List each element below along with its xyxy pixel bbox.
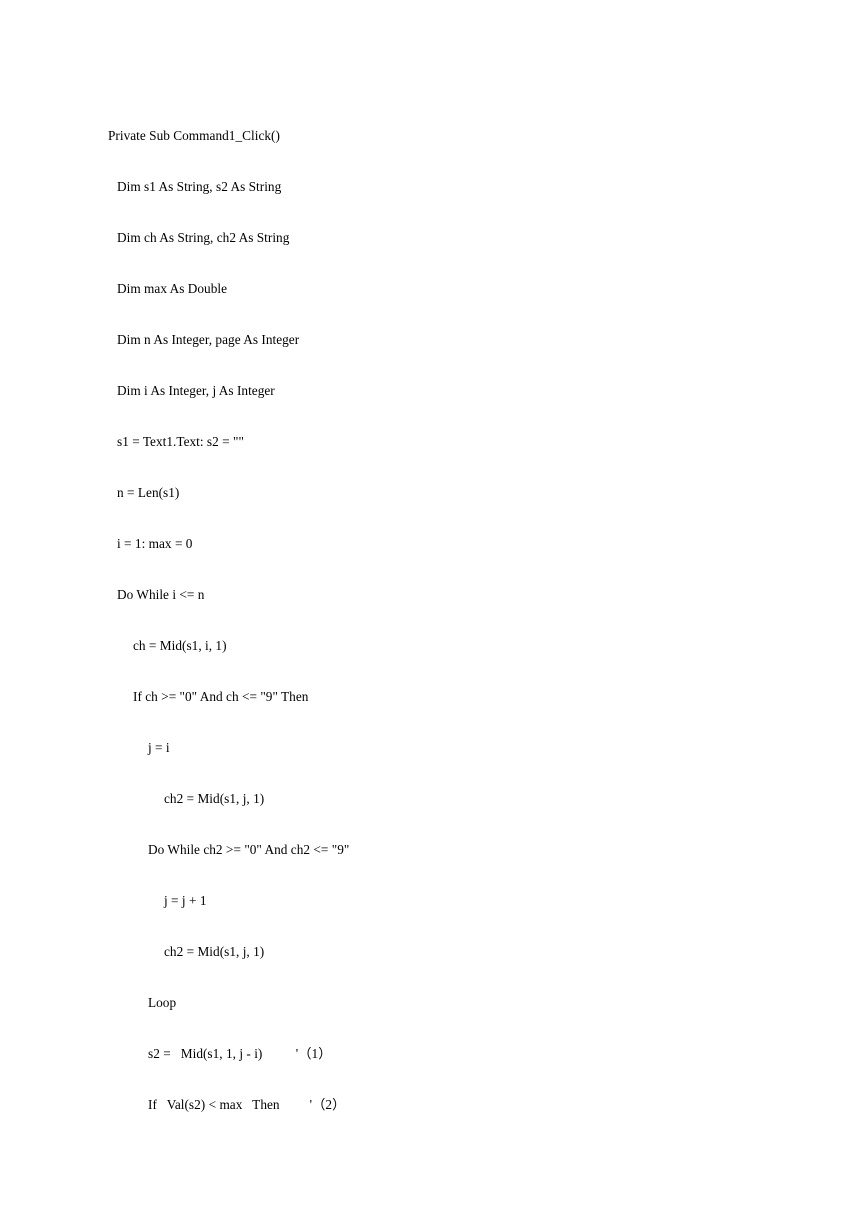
- code-line: s1 = Text1.Text: s2 = "": [117, 434, 244, 449]
- code-line: j = j + 1: [164, 893, 207, 908]
- code-line: Do While ch2 >= "0" And ch2 <= "9": [148, 842, 350, 857]
- code-line: Private Sub Command1_Click(): [108, 128, 280, 143]
- code-block: Private Sub Command1_Click() Dim s1 As St…: [0, 110, 860, 1130]
- code-line: If ch >= "0" And ch <= "9" Then: [133, 689, 309, 704]
- code-line: Dim i As Integer, j As Integer: [117, 383, 275, 398]
- code-line: s2 = Mid(s1, 1, j - i) '（1）: [148, 1046, 332, 1061]
- code-line: i = 1: max = 0: [117, 536, 193, 551]
- document-page: Private Sub Command1_Click() Dim s1 As St…: [0, 0, 860, 1216]
- code-line: Loop: [148, 995, 177, 1010]
- code-line: If Val(s2) < max Then '（2）: [148, 1097, 346, 1112]
- code-line: ch = Mid(s1, i, 1): [133, 638, 227, 653]
- code-line: Do While i <= n: [117, 587, 205, 602]
- code-line: ch2 = Mid(s1, j, 1): [164, 791, 265, 806]
- code-line: Dim n As Integer, page As Integer: [117, 332, 300, 347]
- code-line: n = Len(s1): [117, 485, 180, 500]
- code-line: ch2 = Mid(s1, j, 1): [164, 944, 265, 959]
- code-line: Dim ch As String, ch2 As String: [117, 230, 290, 245]
- code-line: Dim s1 As String, s2 As String: [117, 179, 282, 194]
- code-line: j = i: [148, 740, 170, 755]
- code-line: Dim max As Double: [117, 281, 228, 296]
